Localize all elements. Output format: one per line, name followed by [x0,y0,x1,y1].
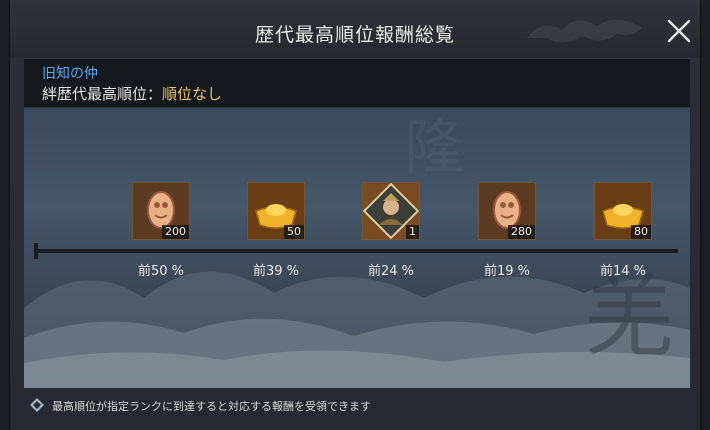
threshold-label: 前19 % [483,264,531,279]
reward-track-area: 羌 隆 200 50 1 280 80 前50 % 前39 % 前24 % 前1… [24,108,690,388]
rank-reward-dialog: 歴代最高順位報酬総覧 旧知の仲 絆歴代最高順位：順位なし 羌 隆 200 50 … [10,0,700,430]
footer-hint-text: 最高順位が指定ランクに到達すると対応する報酬を受領できます [52,400,371,413]
best-rank: 絆歴代最高順位：順位なし [42,83,222,104]
title-bar: 歴代最高順位報酬総覧 [10,0,700,58]
reward-count: 280 [508,225,535,239]
close-button[interactable] [666,18,692,44]
best-rank-value: 順位なし [162,85,223,103]
diamond-bullet-icon [30,398,44,412]
threshold-label: 前50 % [137,264,185,279]
close-icon [667,19,691,43]
reward-count: 1 [406,225,419,239]
reward-count: 80 [631,225,651,239]
svg-text:羌: 羌 [584,265,674,370]
reward-slot-4[interactable]: 280 [478,182,536,240]
guild-name: 旧知の仲 [42,66,98,82]
reward-slot-1[interactable]: 200 [132,182,190,240]
threshold-label: 前24 % [367,264,415,279]
progress-track [36,249,678,253]
threshold-label: 前14 % [599,264,647,279]
reward-slot-3[interactable]: 1 [362,182,420,240]
reward-slot-5[interactable]: 80 [594,182,652,240]
best-rank-label: 絆歴代最高順位： [42,85,163,103]
reward-count: 200 [162,225,189,239]
misty-mountain-background: 羌 隆 [24,113,690,388]
footer-hint: 最高順位が指定ランクに到達すると対応する報酬を受領できます [24,392,690,420]
guild-info: 旧知の仲 絆歴代最高順位：順位なし [24,58,690,107]
reward-slot-2[interactable]: 50 [247,182,305,240]
reward-count: 50 [284,225,304,239]
dialog-title: 歴代最高順位報酬総覧 [254,24,455,46]
threshold-label: 前39 % [252,264,300,279]
svg-text:隆: 隆 [404,113,464,183]
